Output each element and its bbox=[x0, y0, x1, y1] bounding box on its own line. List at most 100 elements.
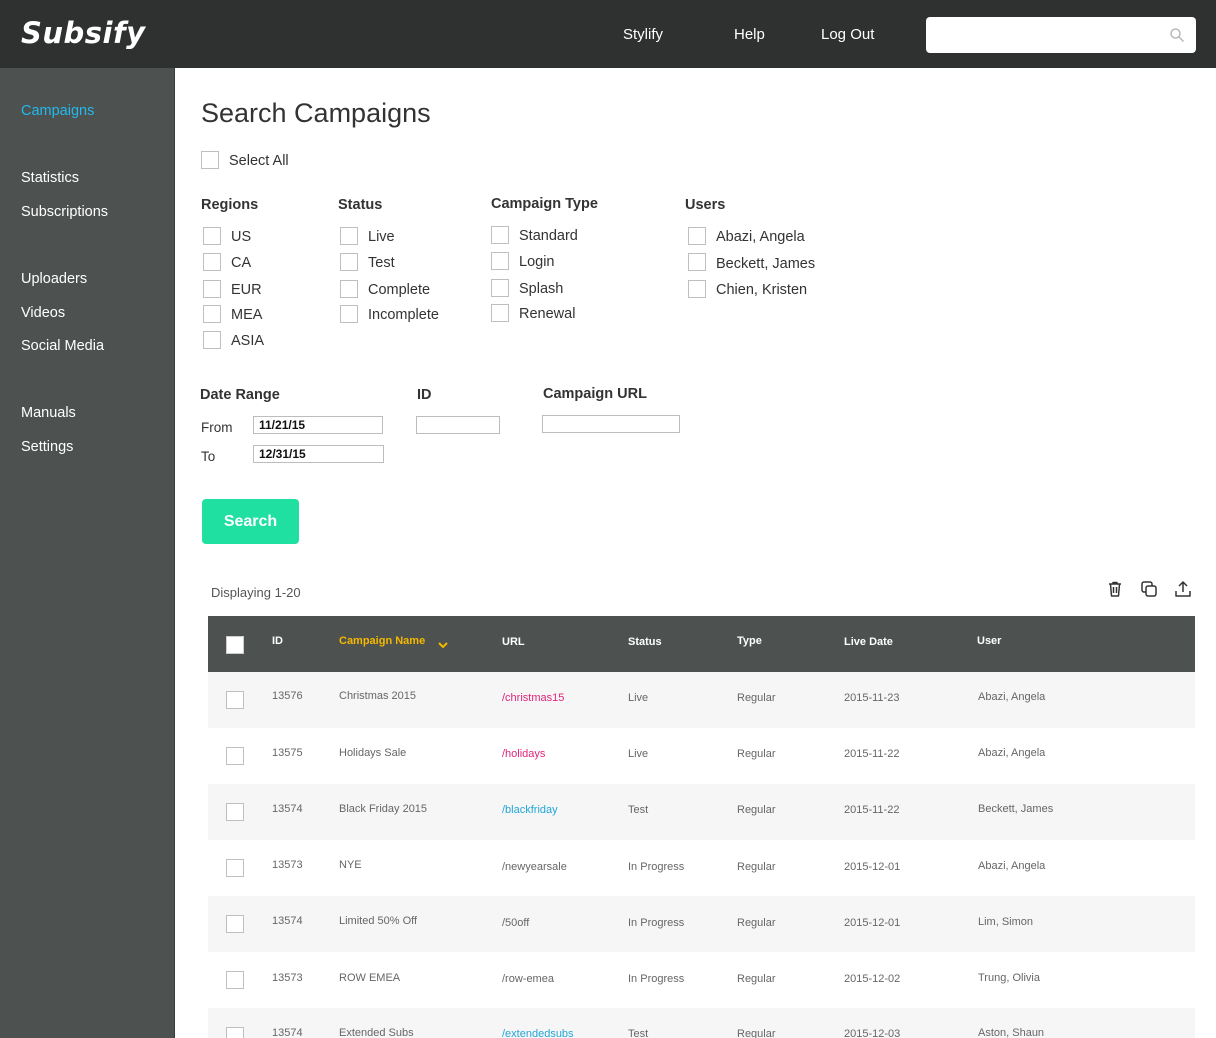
sidebar-item-uploaders[interactable]: Uploaders bbox=[21, 271, 87, 287]
row-checkbox[interactable] bbox=[226, 915, 244, 933]
region-mea-label: MEA bbox=[231, 307, 263, 323]
campaign-type-heading: Campaign Type bbox=[491, 196, 598, 212]
region-mea-checkbox[interactable] bbox=[203, 305, 221, 323]
sidebar-item-settings[interactable]: Settings bbox=[21, 439, 73, 455]
select-all-rows-checkbox[interactable] bbox=[226, 636, 244, 654]
row-campaign-name: ROW EMEA bbox=[339, 972, 401, 984]
row-url-link[interactable]: /blackfriday bbox=[502, 804, 558, 816]
row-url-link[interactable]: /row-emea bbox=[502, 973, 554, 985]
table-row[interactable]: 13576 Christmas 2015 /christmas15 Live R… bbox=[208, 672, 1195, 728]
row-status: In Progress bbox=[628, 861, 685, 873]
row-status: Live bbox=[628, 748, 649, 760]
user-abazi-label: Abazi, Angela bbox=[716, 229, 805, 245]
regions-heading: Regions bbox=[201, 197, 259, 213]
row-checkbox[interactable] bbox=[226, 691, 244, 709]
type-splash-label: Splash bbox=[519, 281, 564, 297]
row-live-date: 2015-12-01 bbox=[844, 917, 901, 929]
region-eur-label: EUR bbox=[231, 282, 262, 298]
status-live-checkbox[interactable] bbox=[340, 227, 358, 245]
nav-help[interactable]: Help bbox=[734, 26, 765, 43]
table-row[interactable]: 13573 ROW EMEA /row-emea In Progress Reg… bbox=[208, 952, 1195, 1008]
table-row[interactable]: 13573 NYE /newyearsale In Progress Regul… bbox=[208, 840, 1195, 896]
type-renewal-checkbox[interactable] bbox=[491, 304, 509, 322]
user-abazi-checkbox[interactable] bbox=[688, 227, 706, 245]
type-standard-checkbox[interactable] bbox=[491, 226, 509, 244]
date-from-input[interactable] bbox=[253, 416, 383, 434]
column-campaign-name[interactable]: Campaign Name bbox=[339, 635, 425, 647]
id-input[interactable] bbox=[416, 416, 500, 434]
row-url-link[interactable]: /50off bbox=[502, 917, 529, 929]
row-checkbox[interactable] bbox=[226, 803, 244, 821]
user-chien-checkbox[interactable] bbox=[688, 280, 706, 298]
region-eur-checkbox[interactable] bbox=[203, 280, 221, 298]
region-asia-label: ASIA bbox=[231, 333, 265, 349]
sidebar-item-statistics[interactable]: Statistics bbox=[21, 170, 79, 186]
region-ca-label: CA bbox=[231, 255, 252, 271]
row-status: Test bbox=[628, 804, 649, 816]
row-url-link[interactable]: /holidays bbox=[502, 748, 545, 760]
user-beckett-checkbox[interactable] bbox=[688, 253, 706, 271]
status-complete-label: Complete bbox=[368, 282, 431, 298]
row-user: Trung, Olivia bbox=[978, 972, 1040, 984]
status-complete-checkbox[interactable] bbox=[340, 280, 358, 298]
row-checkbox[interactable] bbox=[226, 747, 244, 765]
status-test-checkbox[interactable] bbox=[340, 253, 358, 271]
column-user[interactable]: User bbox=[977, 635, 1001, 647]
region-us-checkbox[interactable] bbox=[203, 227, 221, 245]
sidebar-item-subscriptions[interactable]: Subscriptions bbox=[21, 204, 108, 220]
column-type[interactable]: Type bbox=[737, 635, 762, 647]
row-id: 13573 bbox=[272, 972, 303, 984]
row-user: Abazi, Angela bbox=[978, 860, 1046, 872]
row-type: Regular bbox=[737, 861, 776, 873]
type-renewal-label: Renewal bbox=[519, 306, 576, 322]
type-standard-label: Standard bbox=[519, 228, 578, 244]
table-row[interactable]: 13575 Holidays Sale /holidays Live Regul… bbox=[208, 728, 1195, 784]
table-row[interactable]: 13574 Limited 50% Off /50off In Progress… bbox=[208, 896, 1195, 952]
type-login-checkbox[interactable] bbox=[491, 252, 509, 270]
region-ca-checkbox[interactable] bbox=[203, 253, 221, 271]
status-live-label: Live bbox=[368, 229, 395, 245]
region-asia-checkbox[interactable] bbox=[203, 331, 221, 349]
row-url-link[interactable]: /christmas15 bbox=[502, 692, 564, 704]
column-live-date[interactable]: Live Date bbox=[844, 636, 893, 648]
row-checkbox[interactable] bbox=[226, 1027, 244, 1038]
row-checkbox[interactable] bbox=[226, 859, 244, 877]
row-id: 13574 bbox=[272, 803, 303, 815]
sidebar-item-campaigns[interactable]: Campaigns bbox=[21, 103, 94, 119]
row-user: Lim, Simon bbox=[978, 916, 1034, 928]
user-beckett-label: Beckett, James bbox=[716, 256, 816, 272]
select-all-checkbox[interactable] bbox=[201, 151, 219, 169]
nav-stylify[interactable]: Stylify bbox=[623, 26, 663, 43]
top-search-box bbox=[926, 17, 1196, 53]
trash-icon[interactable] bbox=[1106, 580, 1124, 598]
sidebar-item-social-media[interactable]: Social Media bbox=[21, 338, 104, 354]
displaying-count: Displaying 1-20 bbox=[211, 585, 301, 600]
campaign-url-heading: Campaign URL bbox=[543, 386, 647, 402]
row-checkbox[interactable] bbox=[226, 971, 244, 989]
export-icon[interactable] bbox=[1174, 580, 1192, 598]
table-row[interactable]: 13574 Black Friday 2015 /blackfriday Tes… bbox=[208, 784, 1195, 840]
column-url[interactable]: URL bbox=[502, 636, 525, 648]
type-login-label: Login bbox=[519, 254, 555, 270]
search-button[interactable]: Search bbox=[202, 499, 299, 544]
sidebar-item-videos[interactable]: Videos bbox=[21, 305, 65, 321]
id-heading: ID bbox=[417, 387, 432, 403]
date-to-input[interactable] bbox=[253, 445, 384, 463]
search-icon[interactable] bbox=[1169, 27, 1185, 43]
table-row[interactable]: 13574 Extended Subs /extendedsubs Test R… bbox=[208, 1008, 1195, 1038]
column-status[interactable]: Status bbox=[628, 636, 662, 648]
nav-logout[interactable]: Log Out bbox=[821, 26, 874, 43]
type-splash-checkbox[interactable] bbox=[491, 279, 509, 297]
row-user: Abazi, Angela bbox=[978, 691, 1046, 703]
duplicate-icon[interactable] bbox=[1140, 580, 1158, 598]
campaign-url-input[interactable] bbox=[542, 415, 680, 433]
sidebar-item-manuals[interactable]: Manuals bbox=[21, 405, 76, 421]
column-id[interactable]: ID bbox=[272, 635, 283, 647]
row-url-link[interactable]: /newyearsale bbox=[502, 861, 567, 873]
top-search-input[interactable] bbox=[926, 17, 1156, 51]
app-logo[interactable]: Subsify bbox=[21, 16, 146, 50]
row-url-link[interactable]: /extendedsubs bbox=[502, 1028, 574, 1038]
status-incomplete-checkbox[interactable] bbox=[340, 305, 358, 323]
chevron-down-icon[interactable] bbox=[437, 640, 449, 650]
row-live-date: 2015-12-02 bbox=[844, 973, 901, 985]
